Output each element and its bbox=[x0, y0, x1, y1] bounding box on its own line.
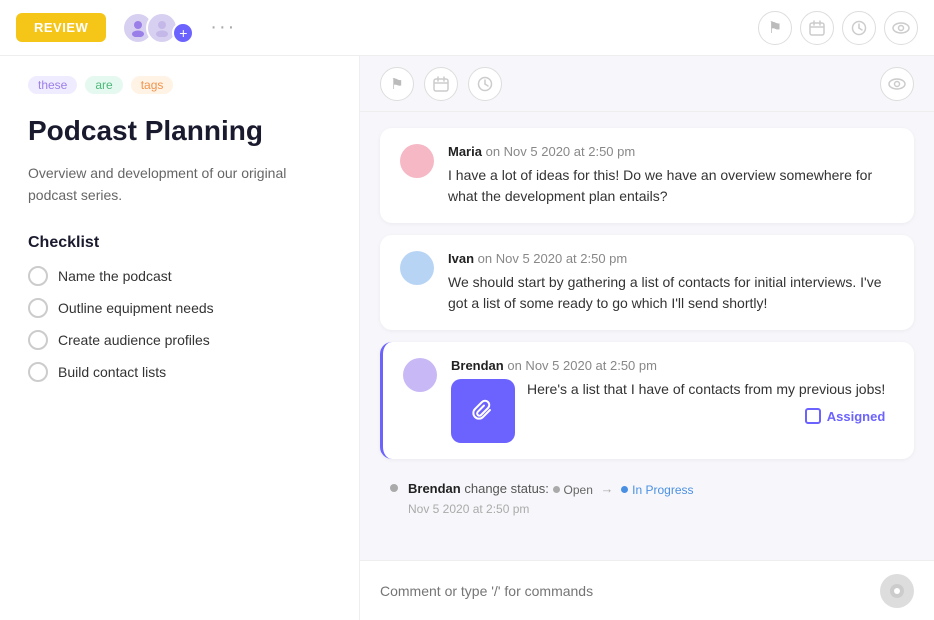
flag-icon[interactable]: ⚑ bbox=[758, 11, 792, 45]
comment-maria: Maria on Nov 5 2020 at 2:50 pm I have a … bbox=[380, 128, 914, 223]
toolbar-clock-icon[interactable] bbox=[468, 67, 502, 101]
toolbar-calendar-icon[interactable] bbox=[424, 67, 458, 101]
comment-brendan: Brendan on Nov 5 2020 at 2:50 pm Here's … bbox=[380, 342, 914, 459]
eye-icon[interactable] bbox=[884, 11, 918, 45]
assigned-row: Assigned bbox=[527, 408, 885, 424]
avatar-maria bbox=[400, 144, 434, 178]
checkbox-4[interactable] bbox=[28, 362, 48, 382]
comment-brendan-timestamp: on Nov 5 2020 at 2:50 pm bbox=[507, 358, 657, 373]
review-button[interactable]: REVIEW bbox=[16, 13, 106, 42]
tag-are[interactable]: are bbox=[85, 76, 122, 94]
status-change-action: change status: bbox=[464, 481, 552, 496]
checklist-label-3: Create audience profiles bbox=[58, 332, 210, 348]
calendar-icon[interactable] bbox=[800, 11, 834, 45]
status-from: Open bbox=[553, 481, 593, 499]
attachment-thumbnail[interactable] bbox=[451, 379, 515, 443]
page-title: Podcast Planning bbox=[28, 114, 331, 148]
right-toolbar: ⚑ bbox=[360, 56, 934, 112]
status-change-author: Brendan bbox=[408, 481, 461, 496]
checklist-item-4[interactable]: Build contact lists bbox=[28, 362, 331, 382]
assigned-checkbox[interactable] bbox=[805, 408, 821, 424]
comment-ivan-text: We should start by gathering a list of c… bbox=[448, 272, 894, 314]
avatar-brendan bbox=[403, 358, 437, 392]
tags-row: these are tags bbox=[28, 76, 331, 94]
checklist-label-1: Name the podcast bbox=[58, 268, 172, 284]
comment-brendan-header: Brendan on Nov 5 2020 at 2:50 pm bbox=[451, 358, 894, 373]
checkbox-3[interactable] bbox=[28, 330, 48, 350]
toolbar-flag-icon[interactable]: ⚑ bbox=[380, 67, 414, 101]
comments-area: Maria on Nov 5 2020 at 2:50 pm I have a … bbox=[360, 112, 934, 560]
checklist-title: Checklist bbox=[28, 234, 331, 252]
checklist-label-2: Outline equipment needs bbox=[58, 300, 214, 316]
main-content: these are tags Podcast Planning Overview… bbox=[0, 56, 934, 620]
toolbar-eye-icon[interactable] bbox=[880, 67, 914, 101]
status-arrow: → bbox=[601, 481, 618, 496]
brendan-inner: Brendan on Nov 5 2020 at 2:50 pm Here's … bbox=[383, 342, 914, 459]
status-change-timestamp: Nov 5 2020 at 2:50 pm bbox=[408, 502, 529, 516]
comment-brendan-text: Here's a list that I have of contacts fr… bbox=[527, 379, 885, 400]
status-to: In Progress bbox=[621, 481, 693, 499]
send-button[interactable] bbox=[880, 574, 914, 608]
comment-maria-body: Maria on Nov 5 2020 at 2:50 pm I have a … bbox=[448, 144, 894, 207]
clock-icon[interactable] bbox=[842, 11, 876, 45]
avatars-group: + bbox=[122, 12, 194, 44]
comment-ivan: Ivan on Nov 5 2020 at 2:50 pm We should … bbox=[380, 235, 914, 330]
comment-maria-text: I have a lot of ideas for this! Do we ha… bbox=[448, 165, 894, 207]
comment-maria-timestamp: on Nov 5 2020 at 2:50 pm bbox=[486, 144, 636, 159]
status-change: Brendan change status: Open → In Progres… bbox=[380, 471, 914, 526]
status-change-text: Brendan change status: Open → In Progres… bbox=[408, 479, 694, 518]
assigned-label: Assigned bbox=[827, 409, 886, 424]
left-panel: these are tags Podcast Planning Overview… bbox=[0, 56, 360, 620]
comment-input[interactable] bbox=[380, 583, 870, 599]
tag-tags[interactable]: tags bbox=[131, 76, 174, 94]
tag-these[interactable]: these bbox=[28, 76, 77, 94]
checklist-label-4: Build contact lists bbox=[58, 364, 166, 380]
right-panel: ⚑ Maria on Nov 5 2020 at 2:50 pm bbox=[360, 56, 934, 620]
add-avatar-button[interactable]: + bbox=[172, 22, 194, 44]
checklist-item-1[interactable]: Name the podcast bbox=[28, 266, 331, 286]
comment-brendan-author: Brendan bbox=[451, 358, 504, 373]
comment-input-bar bbox=[360, 560, 934, 620]
avatar-ivan bbox=[400, 251, 434, 285]
comment-maria-author: Maria bbox=[448, 144, 482, 159]
checklist-item-2[interactable]: Outline equipment needs bbox=[28, 298, 331, 318]
comment-ivan-header: Ivan on Nov 5 2020 at 2:50 pm bbox=[448, 251, 894, 266]
more-options-button[interactable]: ··· bbox=[210, 16, 236, 39]
comment-ivan-body: Ivan on Nov 5 2020 at 2:50 pm We should … bbox=[448, 251, 894, 314]
status-dot bbox=[390, 484, 398, 492]
comment-maria-header: Maria on Nov 5 2020 at 2:50 pm bbox=[448, 144, 894, 159]
comment-ivan-author: Ivan bbox=[448, 251, 474, 266]
checkbox-1[interactable] bbox=[28, 266, 48, 286]
comment-ivan-timestamp: on Nov 5 2020 at 2:50 pm bbox=[478, 251, 628, 266]
comment-brendan-body: Brendan on Nov 5 2020 at 2:50 pm Here's … bbox=[451, 358, 894, 443]
page-description: Overview and development of our original… bbox=[28, 162, 331, 207]
top-bar: REVIEW + ··· ⚑ bbox=[0, 0, 934, 56]
checkbox-2[interactable] bbox=[28, 298, 48, 318]
right-toolbar-icons: ⚑ bbox=[758, 11, 918, 45]
checklist-item-3[interactable]: Create audience profiles bbox=[28, 330, 331, 350]
